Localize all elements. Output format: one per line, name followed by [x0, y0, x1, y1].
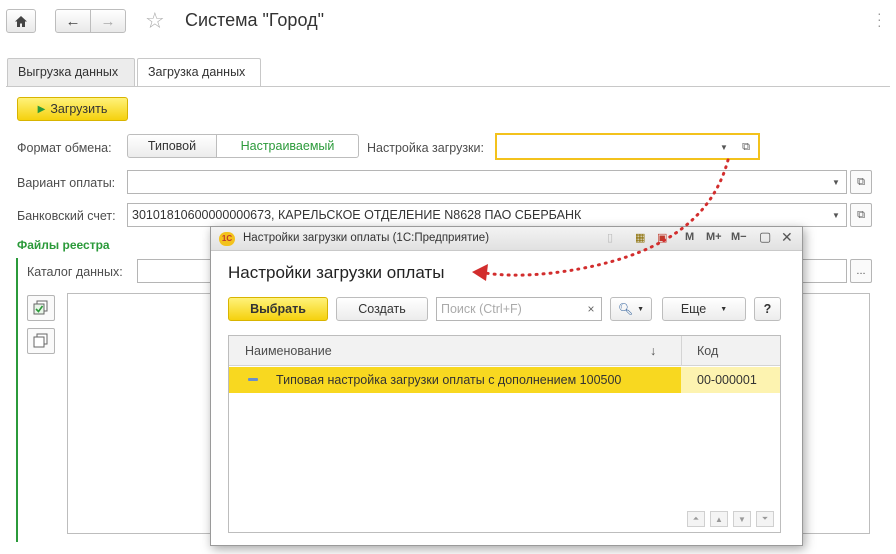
annotation-arrow: [472, 158, 730, 281]
